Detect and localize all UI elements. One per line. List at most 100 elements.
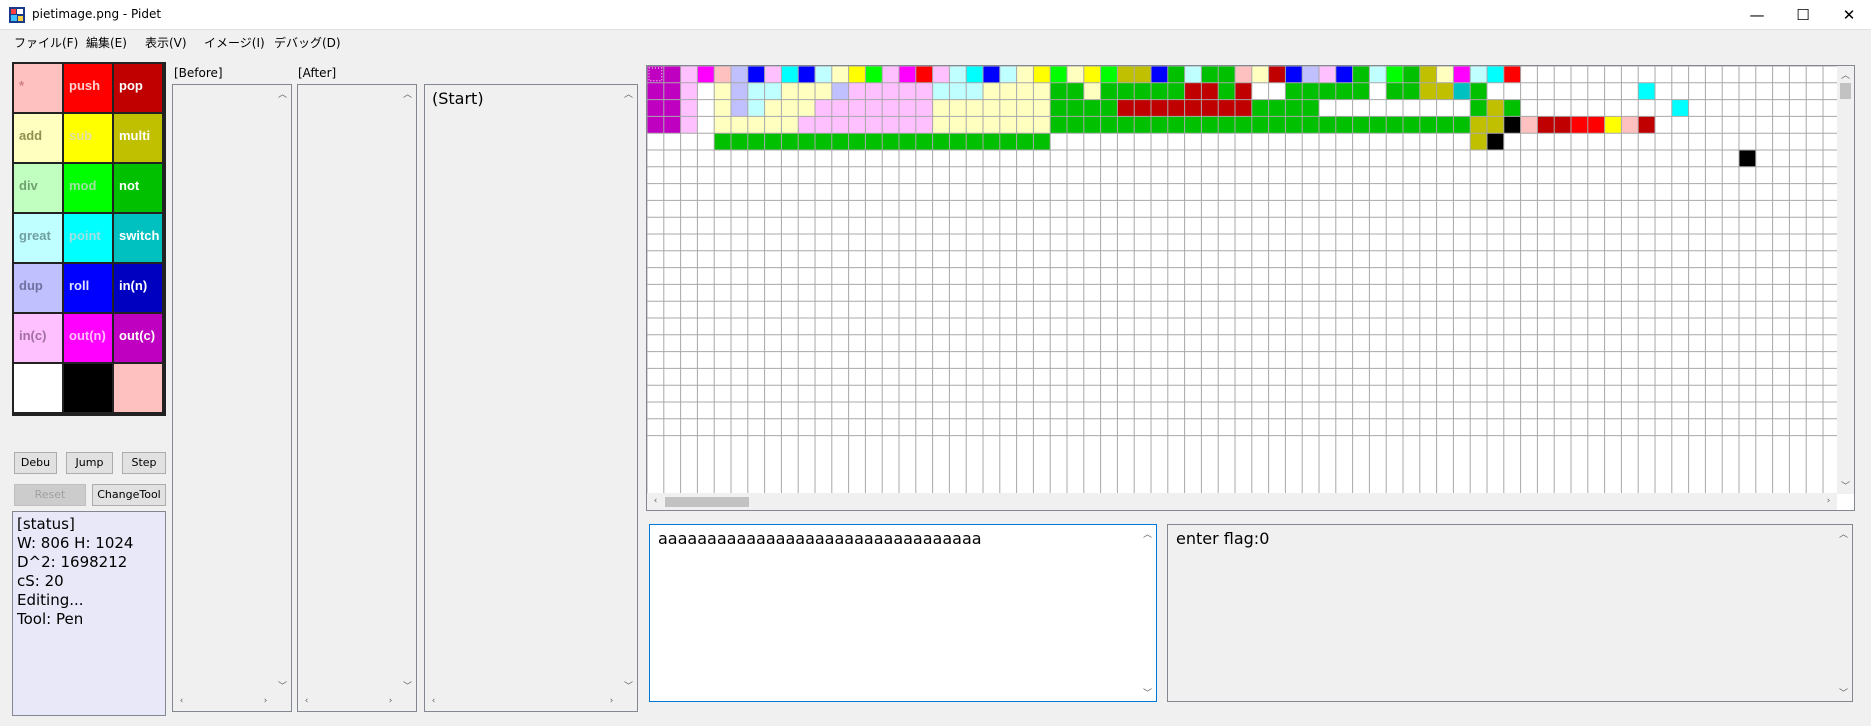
grid-pixel[interactable]	[1235, 66, 1252, 83]
scroll-right-arrow-icon[interactable]: ›	[1820, 496, 1837, 506]
grid-pixel[interactable]	[915, 82, 933, 100]
reset-button[interactable]: Reset	[14, 484, 86, 506]
grid-pixel[interactable]	[932, 82, 950, 100]
grid-pixel[interactable]	[1100, 82, 1118, 100]
step-button[interactable]: Step	[122, 452, 166, 474]
grid-pixel[interactable]	[1386, 116, 1403, 134]
palette-great[interactable]: great	[14, 214, 62, 262]
horizontal-scrollbar[interactable]: ‹ ›	[298, 694, 399, 711]
scroll-up-arrow-icon[interactable]: ︿	[1837, 68, 1854, 81]
grid-pixel[interactable]	[932, 99, 950, 117]
grid-pixel[interactable]	[1453, 66, 1471, 83]
grid-pixel[interactable]	[865, 133, 883, 150]
grid-pixel[interactable]	[831, 66, 849, 83]
palette-multi[interactable]: multi	[114, 114, 162, 162]
vertical-scrollbar[interactable]: ︿ ﹀	[399, 85, 416, 694]
grid-pixel[interactable]	[865, 82, 883, 100]
palette-out-c[interactable]: out(c)	[114, 314, 162, 362]
grid-pixel[interactable]	[899, 99, 916, 117]
grid-pixel[interactable]	[983, 66, 1000, 83]
grid-pixel[interactable]	[1419, 66, 1437, 83]
grid-pixel[interactable]	[663, 99, 681, 117]
grid-pixel[interactable]	[999, 82, 1017, 100]
grid-pixel[interactable]	[1251, 99, 1269, 117]
grid-pixel[interactable]	[1184, 82, 1202, 100]
grid-pixel[interactable]	[1184, 116, 1202, 134]
grid-pixel[interactable]	[949, 66, 967, 83]
grid-pixel[interactable]	[1151, 116, 1168, 134]
grid-pixel[interactable]	[1268, 116, 1286, 134]
grid-pixel[interactable]	[1184, 66, 1202, 83]
grid-horizontal-scrollbar[interactable]: ‹ ›	[647, 493, 1837, 510]
horizontal-scrollbar[interactable]: ‹ ›	[425, 694, 620, 711]
grid-pixel[interactable]	[1335, 116, 1353, 134]
grid-pixel[interactable]	[815, 66, 832, 83]
grid-pixel[interactable]	[747, 116, 765, 134]
menu-file[interactable]: ファイル(F)	[14, 34, 78, 51]
grid-pixel[interactable]	[1016, 133, 1034, 150]
grid-pixel[interactable]	[1235, 99, 1252, 117]
grid-pixel[interactable]	[781, 133, 799, 150]
pixel-grid-editor[interactable]: ︿ ﹀ ‹ ›	[646, 65, 1855, 511]
scroll-up-arrow-icon[interactable]: ︿	[274, 87, 291, 100]
scroll-down-arrow-icon[interactable]: ﹀	[620, 679, 637, 692]
grid-pixel[interactable]	[1487, 99, 1504, 117]
grid-pixel[interactable]	[983, 82, 1000, 100]
grid-pixel[interactable]	[1134, 99, 1151, 117]
palette-push[interactable]: push	[64, 64, 112, 112]
grid-pixel[interactable]	[781, 66, 799, 83]
grid-pixel[interactable]	[1134, 66, 1151, 83]
grid-pixel[interactable]	[882, 116, 899, 134]
jump-button[interactable]: Jump	[66, 452, 113, 474]
grid-pixel[interactable]	[680, 82, 698, 100]
grid-pixel[interactable]	[831, 116, 849, 134]
palette-point[interactable]: point	[64, 214, 112, 262]
scroll-right-arrow-icon[interactable]: ›	[382, 696, 399, 706]
grid-pixel[interactable]	[899, 133, 916, 150]
grid-pixel[interactable]	[747, 99, 765, 117]
grid-pixel[interactable]	[915, 133, 933, 150]
grid-pixel[interactable]	[798, 82, 815, 100]
grid-pixel[interactable]	[915, 99, 933, 117]
scroll-down-arrow-icon[interactable]: ﹀	[1835, 686, 1852, 699]
grid-pixel[interactable]	[647, 116, 664, 134]
grid-pixel[interactable]	[1201, 66, 1219, 83]
grid-pixel[interactable]	[949, 116, 967, 134]
grid-pixel[interactable]	[731, 133, 748, 150]
scroll-left-arrow-icon[interactable]: ‹	[173, 696, 190, 706]
grid-pixel[interactable]	[831, 99, 849, 117]
grid-pixel[interactable]	[882, 99, 899, 117]
grid-pixel[interactable]	[1067, 116, 1084, 134]
grid-pixel[interactable]	[1016, 99, 1034, 117]
grid-pixel[interactable]	[1302, 99, 1319, 117]
grid-pixel[interactable]	[865, 66, 883, 83]
vertical-scrollbar[interactable]: ︿ ﹀	[1835, 525, 1852, 701]
grid-pixel[interactable]	[1067, 82, 1084, 100]
scroll-down-arrow-icon[interactable]: ﹀	[1837, 479, 1854, 492]
grid-pixel[interactable]	[1386, 66, 1403, 83]
grid-pixel[interactable]	[1453, 82, 1471, 100]
grid-pixel[interactable]	[1167, 99, 1185, 117]
palette-sub[interactable]: sub	[64, 114, 112, 162]
grid-pixel[interactable]	[1436, 66, 1454, 83]
grid-pixel[interactable]	[1503, 66, 1521, 83]
grid-pixel[interactable]	[1016, 66, 1034, 83]
grid-pixel[interactable]	[1285, 82, 1303, 100]
grid-pixel[interactable]	[815, 116, 832, 134]
grid-pixel[interactable]	[1638, 116, 1655, 134]
trace-panel[interactable]: (Start) ︿ ﹀ ‹ ›	[424, 84, 638, 712]
grid-pixel[interactable]	[899, 66, 916, 83]
grid-pixel[interactable]	[647, 82, 664, 100]
palette-out-n[interactable]: out(n)	[64, 314, 112, 362]
scroll-left-arrow-icon[interactable]: ‹	[647, 496, 664, 506]
grid-pixel[interactable]	[1235, 82, 1252, 100]
grid-pixel[interactable]	[882, 66, 899, 83]
grid-pixel[interactable]	[1671, 99, 1689, 117]
grid-pixel[interactable]	[1083, 66, 1101, 83]
horizontal-scrollbar[interactable]: ‹ ›	[173, 694, 274, 711]
grid-pixel[interactable]	[663, 82, 681, 100]
grid-pixel[interactable]	[1403, 116, 1420, 134]
grid-pixel[interactable]	[697, 66, 715, 83]
scroll-up-arrow-icon[interactable]: ︿	[620, 87, 637, 100]
palette-not[interactable]: not	[114, 164, 162, 212]
